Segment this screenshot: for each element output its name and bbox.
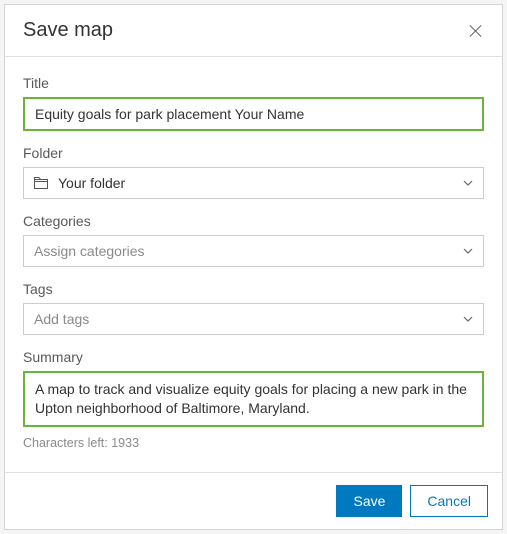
categories-select[interactable]: Assign categories <box>23 235 484 267</box>
summary-textarea[interactable] <box>23 371 484 427</box>
chevron-down-icon <box>463 248 473 254</box>
chevron-down-icon <box>463 316 473 322</box>
dialog-footer: Save Cancel <box>5 472 502 529</box>
summary-label: Summary <box>23 349 484 365</box>
tags-placeholder: Add tags <box>34 311 463 327</box>
title-label: Title <box>23 75 484 91</box>
categories-label: Categories <box>23 213 484 229</box>
tags-label: Tags <box>23 281 484 297</box>
close-icon[interactable] <box>468 23 484 39</box>
chevron-down-icon <box>463 180 473 186</box>
tags-select[interactable]: Add tags <box>23 303 484 335</box>
title-input[interactable] <box>23 97 484 131</box>
summary-hint: Characters left: 1933 <box>23 436 484 450</box>
categories-placeholder: Assign categories <box>34 243 463 259</box>
dialog-header: Save map <box>5 5 502 57</box>
folder-select[interactable]: Your folder <box>23 167 484 199</box>
dialog-body: Title Folder Your folder Categories Assi… <box>5 57 502 458</box>
title-input-wrap <box>23 97 484 131</box>
folder-label: Folder <box>23 145 484 161</box>
save-map-dialog: Save map Title Folder Your folder Catego… <box>4 4 503 530</box>
folder-value: Your folder <box>58 175 463 191</box>
dialog-title: Save map <box>23 19 113 42</box>
save-button[interactable]: Save <box>336 485 402 517</box>
cancel-button[interactable]: Cancel <box>410 485 488 517</box>
folder-icon <box>34 177 48 189</box>
